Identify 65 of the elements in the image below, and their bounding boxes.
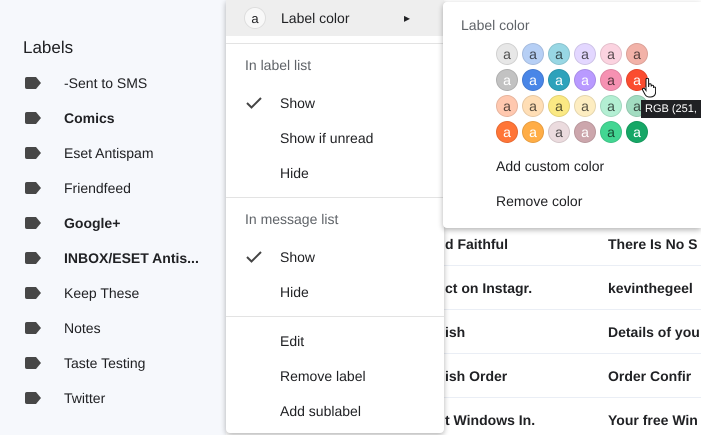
color-swatch[interactable]: a xyxy=(600,121,622,143)
color-swatch[interactable]: a xyxy=(548,95,570,117)
color-swatch[interactable]: a xyxy=(626,69,648,91)
color-swatch[interactable]: a xyxy=(574,95,596,117)
label-item[interactable]: Notes xyxy=(0,310,226,345)
menu-item[interactable]: Add custom color xyxy=(443,149,701,184)
labels-heading: Labels xyxy=(22,37,74,58)
label-tag-icon xyxy=(25,76,41,88)
subject-text: kevinthegeel xyxy=(608,280,693,296)
menu-item[interactable]: Hide xyxy=(226,155,444,190)
menu-item[interactable]: Edit xyxy=(226,323,444,358)
color-swatch[interactable]: a xyxy=(548,121,570,143)
menu-item[interactable]: Remove color xyxy=(443,184,701,219)
menu-item[interactable]: Hide xyxy=(226,274,444,309)
color-swatch[interactable]: a xyxy=(522,95,544,117)
menu-item[interactable]: Show xyxy=(226,85,444,120)
label-tag-icon xyxy=(25,322,41,334)
sender-text: ct on Instagr. xyxy=(444,280,534,296)
submenu-arrow: ▸ xyxy=(404,11,410,25)
label-item[interactable]: Comics xyxy=(0,100,226,135)
submenu-title: Label color xyxy=(460,16,530,35)
sender-text: ish Order xyxy=(444,368,508,384)
menu-item[interactable]: Add sublabel xyxy=(226,393,444,428)
label-item[interactable]: Google+ xyxy=(0,205,226,240)
label-tag-icon xyxy=(25,112,41,124)
hand-cursor-icon xyxy=(642,78,656,98)
sender-text: t Windows In. xyxy=(444,412,536,428)
label-item[interactable]: Friendfeed xyxy=(0,170,226,205)
color-swatch[interactable]: a xyxy=(600,95,622,117)
label-item[interactable]: INBOX/ESET Antis... xyxy=(0,240,226,275)
color-swatch[interactable]: a xyxy=(496,95,518,117)
label-tag-icon xyxy=(25,356,41,368)
section-heading: In message list xyxy=(244,210,340,229)
color-swatch[interactable]: a xyxy=(600,69,622,91)
label-tag-icon xyxy=(25,146,41,158)
label-item[interactable]: -Sent to SMS xyxy=(0,65,226,100)
color-swatch[interactable]: a xyxy=(548,43,570,65)
label-tag-icon xyxy=(25,392,41,404)
menu-item[interactable]: Show xyxy=(226,239,444,274)
label-item[interactable]: Twitter xyxy=(0,380,226,415)
sender-text: ish xyxy=(444,324,466,340)
subject-text: There Is No S xyxy=(608,236,698,252)
sender-text: d Faithful xyxy=(444,236,509,252)
menu-item[interactable]: Remove label xyxy=(226,358,444,393)
label-item[interactable]: Taste Testing xyxy=(0,345,226,380)
color-swatch: a xyxy=(244,7,266,29)
color-swatch[interactable]: a xyxy=(626,43,648,65)
tooltip: RGB (251, xyxy=(641,100,701,118)
section-heading: In label list xyxy=(244,56,312,75)
label-color-item[interactable]: a Label color ▸ xyxy=(226,0,444,36)
color-swatch[interactable]: a xyxy=(600,43,622,65)
color-swatch[interactable]: a xyxy=(522,69,544,91)
label-item[interactable]: Keep These xyxy=(0,275,226,310)
label-tag-icon xyxy=(25,182,41,194)
subject-text: Details of you xyxy=(608,324,700,340)
label-tag-icon xyxy=(25,286,41,298)
subject-text: Order Confir xyxy=(608,368,692,384)
menu-item[interactable]: Show if unread xyxy=(226,120,444,155)
color-swatch[interactable]: a xyxy=(574,43,596,65)
color-swatch[interactable]: a xyxy=(496,43,518,65)
label-item[interactable]: Eset Antispam xyxy=(0,135,226,170)
color-swatch[interactable]: a xyxy=(522,43,544,65)
label-tag-icon xyxy=(25,252,41,264)
subject-text: Your free Win xyxy=(608,412,698,428)
label-tag-icon xyxy=(25,216,41,228)
